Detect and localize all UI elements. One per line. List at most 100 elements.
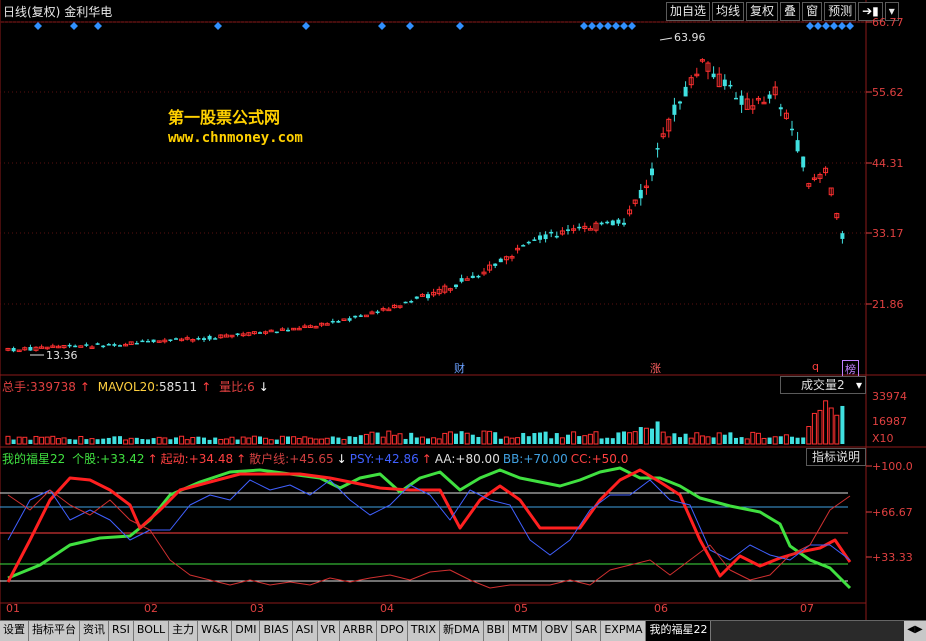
volume-bar bbox=[375, 432, 380, 444]
candle-body bbox=[538, 235, 542, 240]
volume-bar bbox=[146, 439, 150, 444]
volume-bar bbox=[767, 437, 772, 444]
candle-body bbox=[67, 344, 72, 347]
candle-body bbox=[409, 301, 414, 303]
indicator-help-button[interactable]: 指标说明 bbox=[806, 448, 866, 466]
candle-body bbox=[616, 219, 621, 224]
volume-bar bbox=[140, 439, 145, 444]
tab-10[interactable]: VR bbox=[317, 621, 340, 641]
tab-7[interactable]: DMI bbox=[232, 621, 261, 641]
tab-0[interactable]: 设置 bbox=[0, 621, 29, 641]
tab-11[interactable]: ARBR bbox=[339, 621, 378, 641]
signal-diamond bbox=[604, 22, 612, 30]
tab-13[interactable]: TRIX bbox=[407, 621, 441, 641]
tab-6[interactable]: W&R bbox=[198, 621, 233, 641]
candle-body bbox=[375, 311, 380, 314]
volume-indicator-select[interactable]: 成交量2 ▾ bbox=[780, 376, 866, 394]
tab-16[interactable]: MTM bbox=[508, 621, 542, 641]
volume-bar bbox=[566, 434, 570, 444]
candle-body bbox=[599, 222, 604, 225]
volume-bar bbox=[447, 431, 453, 445]
watermark-title: 第一股票公式网 bbox=[168, 108, 281, 127]
signal-diamond bbox=[456, 22, 464, 30]
adjust-button[interactable]: 复权 bbox=[746, 2, 779, 21]
candle-body bbox=[140, 340, 145, 343]
indicator-item-value: +50.0 bbox=[591, 452, 629, 466]
tab-2[interactable]: 资讯 bbox=[80, 621, 109, 641]
volume-bar bbox=[291, 436, 297, 445]
indicator-item-label: 起动: bbox=[160, 452, 189, 466]
volume-bar bbox=[123, 439, 129, 445]
volume-bar bbox=[705, 436, 711, 445]
indicator-item-value: +70.00 bbox=[523, 452, 568, 466]
add-watchlist-button[interactable]: 加自选 bbox=[666, 2, 711, 21]
start-line bbox=[6, 468, 852, 583]
event-tag-finance[interactable]: 财 bbox=[452, 360, 467, 376]
tab-9[interactable]: ASI bbox=[292, 621, 318, 641]
tab-19[interactable]: EXPMA bbox=[601, 621, 647, 641]
volume-bar bbox=[251, 435, 257, 445]
overlay-button[interactable]: 叠 bbox=[780, 2, 801, 21]
event-tag-limit-up[interactable]: 涨 bbox=[648, 360, 663, 376]
volume-bar bbox=[622, 431, 626, 444]
moving-average-button[interactable]: 均线 bbox=[712, 2, 745, 21]
forecast-button[interactable]: 预测 bbox=[824, 2, 857, 21]
candle-body bbox=[84, 344, 89, 346]
volume-bar bbox=[174, 437, 178, 444]
volume-bar bbox=[476, 436, 481, 444]
volume-bar bbox=[134, 437, 139, 444]
tab-20[interactable]: 我的福星22 bbox=[646, 621, 712, 641]
total-volume-value: 339738 bbox=[30, 380, 76, 394]
chart-canvas[interactable] bbox=[0, 0, 926, 641]
volume-bar bbox=[616, 432, 621, 444]
candle-body bbox=[358, 315, 363, 317]
candle-body bbox=[526, 241, 531, 244]
volume-bar bbox=[302, 436, 308, 445]
volume-bar bbox=[593, 431, 599, 445]
candle-body bbox=[196, 338, 201, 340]
volume-bar bbox=[571, 431, 577, 445]
tab-14[interactable]: 新DMA bbox=[440, 621, 484, 641]
volume-bar bbox=[330, 436, 335, 444]
tab-12[interactable]: DPO bbox=[377, 621, 408, 641]
volume-bar bbox=[168, 439, 173, 444]
low-price-label: 13.36 bbox=[46, 349, 78, 362]
candle-body bbox=[459, 278, 464, 282]
volume-bar bbox=[397, 433, 403, 445]
volume-tick: 16987 bbox=[872, 415, 907, 428]
candle-body bbox=[286, 329, 290, 332]
event-tag-q[interactable]: q bbox=[810, 360, 821, 373]
volume-bar bbox=[274, 439, 279, 444]
volume-bar bbox=[543, 431, 548, 444]
price-tick: 33.17 bbox=[872, 227, 904, 240]
candle-body bbox=[202, 338, 206, 340]
tab-17[interactable]: OBV bbox=[541, 621, 572, 641]
volume-bar bbox=[734, 437, 738, 444]
month-label: 02 bbox=[144, 602, 158, 615]
tab-18[interactable]: SAR bbox=[571, 621, 602, 641]
indicator-item-label: PSY: bbox=[349, 452, 375, 466]
signal-diamond bbox=[814, 22, 822, 30]
tab-4[interactable]: BOLL bbox=[133, 621, 170, 641]
tab-5[interactable]: 主力 bbox=[169, 621, 199, 641]
volume-bar bbox=[515, 437, 521, 445]
volume-bar bbox=[229, 436, 235, 445]
candle-body bbox=[95, 343, 100, 345]
volume-bar bbox=[5, 435, 11, 445]
tab-1[interactable]: 指标平台 bbox=[29, 621, 80, 641]
tab-3[interactable]: RSI bbox=[109, 621, 134, 641]
signal-diamond bbox=[612, 22, 620, 30]
candle-body bbox=[498, 258, 503, 263]
tab-8[interactable]: BIAS bbox=[260, 621, 293, 641]
candle-body bbox=[274, 331, 279, 334]
volume-bar bbox=[106, 437, 111, 444]
tab-15[interactable]: BBI bbox=[483, 621, 509, 641]
volume-bar bbox=[118, 436, 122, 444]
window-button[interactable]: 窗 bbox=[802, 2, 823, 21]
volume-bar bbox=[240, 436, 246, 445]
volume-ratio-value: 6 bbox=[247, 380, 255, 394]
tab-scroll-icon[interactable]: ◀▶ bbox=[904, 621, 926, 641]
month-label: 01 bbox=[6, 602, 20, 615]
candle-body bbox=[728, 84, 733, 87]
candle-body bbox=[353, 315, 358, 318]
